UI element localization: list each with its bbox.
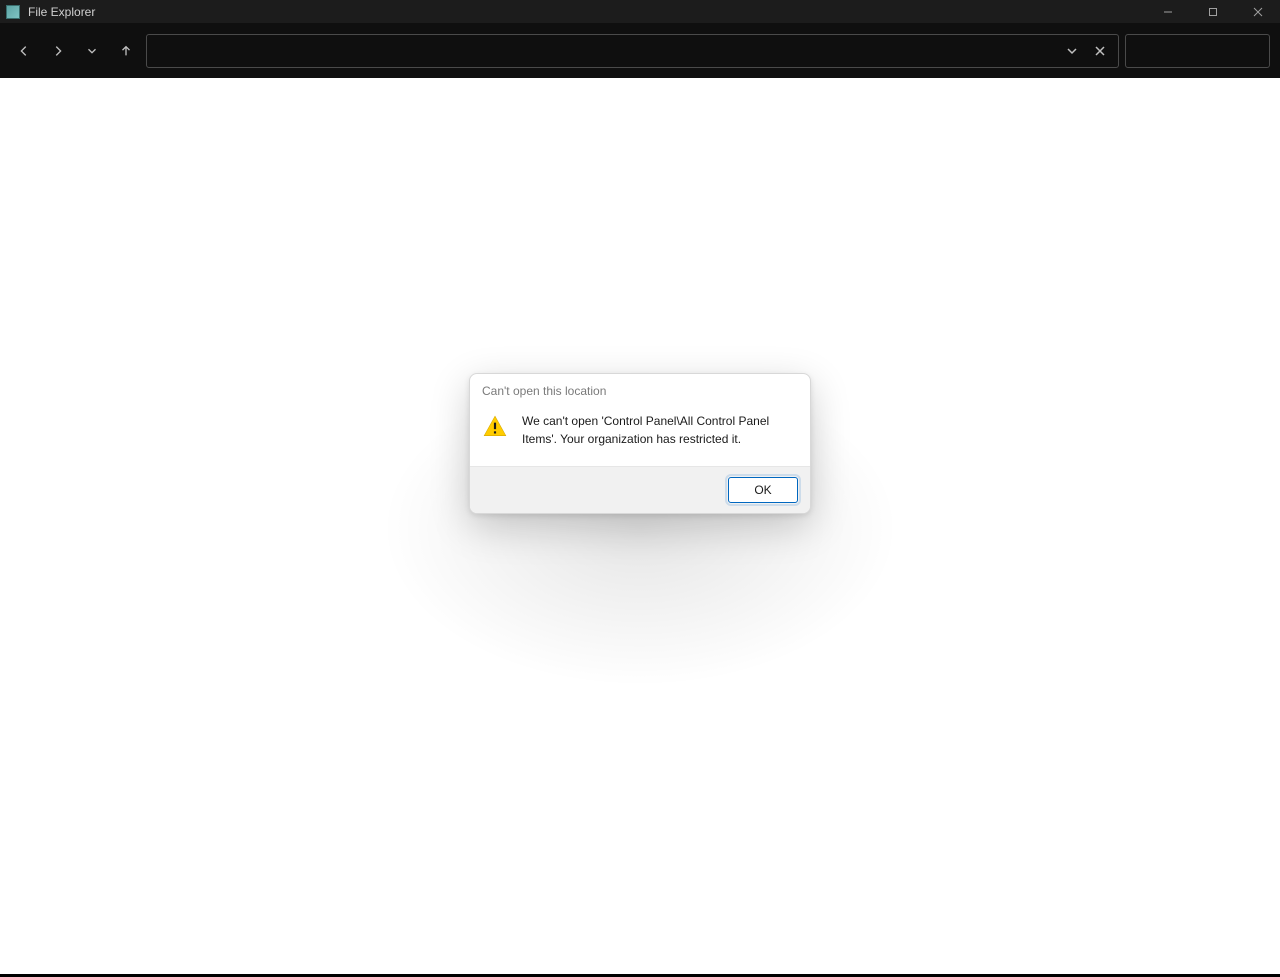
window-title: File Explorer bbox=[28, 5, 95, 19]
maximize-button[interactable] bbox=[1190, 0, 1235, 23]
error-dialog: Can't open this location We can't open '… bbox=[469, 373, 811, 514]
dialog-body: We can't open 'Control Panel\All Control… bbox=[470, 402, 810, 466]
ok-button[interactable]: OK bbox=[728, 477, 798, 503]
search-input[interactable] bbox=[1134, 43, 1280, 58]
address-dropdown-button[interactable] bbox=[1060, 39, 1084, 63]
modal-overlay: Can't open this location We can't open '… bbox=[0, 78, 1280, 977]
refresh-close-button[interactable] bbox=[1088, 39, 1112, 63]
dialog-title: Can't open this location bbox=[470, 374, 810, 402]
recent-locations-button[interactable] bbox=[78, 37, 106, 65]
back-button[interactable] bbox=[10, 37, 38, 65]
close-button[interactable] bbox=[1235, 0, 1280, 23]
window-controls bbox=[1145, 0, 1280, 23]
dialog-message: We can't open 'Control Panel\All Control… bbox=[522, 412, 796, 448]
warning-icon bbox=[482, 414, 508, 440]
file-explorer-icon bbox=[6, 5, 20, 19]
titlebar: File Explorer bbox=[0, 0, 1280, 23]
forward-button[interactable] bbox=[44, 37, 72, 65]
up-button[interactable] bbox=[112, 37, 140, 65]
address-input[interactable] bbox=[153, 43, 1056, 58]
toolbar bbox=[0, 23, 1280, 78]
minimize-button[interactable] bbox=[1145, 0, 1190, 23]
dialog-footer: OK bbox=[470, 466, 810, 513]
titlebar-left: File Explorer bbox=[6, 5, 95, 19]
search-bar[interactable] bbox=[1125, 34, 1270, 68]
address-bar[interactable] bbox=[146, 34, 1119, 68]
content-area: Can't open this location We can't open '… bbox=[0, 78, 1280, 977]
